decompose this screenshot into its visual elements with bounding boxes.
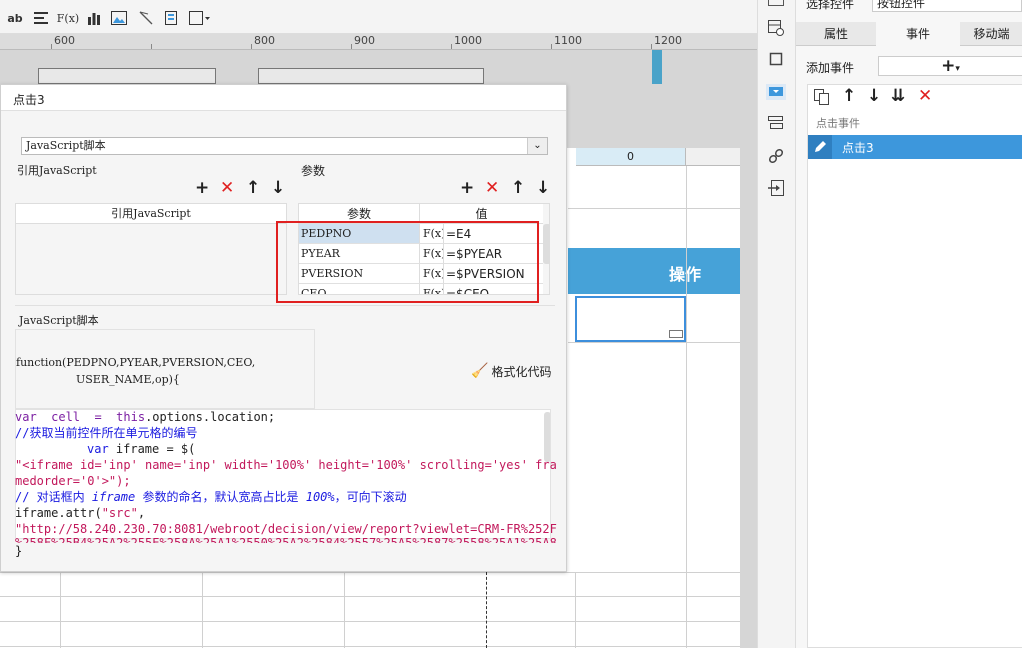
move-down-param-icon[interactable]: ↓ bbox=[536, 179, 550, 197]
event-type-value: JavaScript脚本 bbox=[26, 139, 106, 152]
event-dialog: 点击3 JavaScript脚本 ⌄ 引用JavaScript 参数 + ✕ ↑… bbox=[0, 84, 567, 572]
move-down-icon[interactable]: ↓ bbox=[867, 87, 881, 105]
params-scrollbar[interactable] bbox=[543, 224, 549, 264]
text-tool-button[interactable]: ab bbox=[6, 8, 24, 28]
highlight-box bbox=[276, 221, 539, 303]
add-event-plus: + bbox=[941, 56, 956, 76]
slash-tool-icon[interactable] bbox=[137, 8, 155, 28]
dialog-title: 点击3 bbox=[13, 93, 45, 107]
separator bbox=[15, 305, 555, 306]
add-event-button[interactable]: +▾ bbox=[878, 56, 1022, 76]
ruler-mark: 800 bbox=[254, 34, 275, 47]
horizontal-ruler: 600 800 900 1000 1100 1200 bbox=[0, 34, 757, 50]
code-line: var cell = this.options.location; bbox=[15, 410, 276, 424]
code-line: medorder='0'>"); bbox=[15, 474, 131, 488]
delete-ref-icon[interactable]: ✕ bbox=[220, 179, 234, 197]
code-line: "<iframe id='inp' name='inp' width='100%… bbox=[15, 458, 557, 472]
chart-icon[interactable] bbox=[85, 8, 103, 28]
border-dropdown-icon[interactable] bbox=[188, 8, 212, 28]
move-up-icon[interactable]: ↑ bbox=[842, 87, 856, 105]
code-scrollbar[interactable] bbox=[544, 412, 550, 462]
params-title: 参数 bbox=[301, 164, 326, 178]
event-type-select[interactable]: JavaScript脚本 ⌄ bbox=[21, 137, 548, 155]
widget-settings-icon[interactable] bbox=[766, 84, 786, 100]
operation-header-text: 操作 bbox=[669, 265, 702, 284]
tab-properties-label: 属性 bbox=[823, 27, 848, 41]
ruler-mark: 1000 bbox=[454, 34, 482, 47]
chevron-down-icon[interactable]: ⌄ bbox=[527, 138, 547, 154]
code-line: } bbox=[15, 544, 23, 558]
event-item[interactable]: 点击3 bbox=[808, 135, 1022, 159]
panel-tabs: 属性 事件 移动端 bbox=[796, 22, 1022, 47]
ref-js-column-header: 引用JavaScript bbox=[16, 204, 286, 224]
code-line: %258F%25B4%25A2%255E%258A%25A1%2550%25A2… bbox=[15, 536, 557, 543]
top-toolbar: ab F(x) bbox=[0, 0, 757, 34]
add-ref-icon[interactable]: + bbox=[195, 179, 209, 197]
add-event-label: 添加事件 bbox=[806, 61, 855, 75]
background-widget bbox=[38, 68, 216, 84]
delete-icon[interactable]: ✕ bbox=[918, 87, 932, 105]
ruler-mark: 1200 bbox=[654, 34, 682, 47]
format-code-button[interactable]: 🧹 格式化代码 bbox=[471, 361, 551, 381]
broom-icon: 🧹 bbox=[471, 363, 489, 379]
page-break-line bbox=[486, 572, 487, 648]
code-line: //获取当前控件所在单元格的编号 bbox=[15, 426, 198, 440]
panel-icon[interactable] bbox=[768, 0, 784, 6]
event-item-label: 点击3 bbox=[842, 141, 874, 155]
widget-icon[interactable] bbox=[162, 8, 180, 28]
widget-settings-panel: 选择控件 按钮控件 属性 事件 移动端 添加事件 +▾ ↑ ↓ ⇊ ✕ 点击事件… bbox=[795, 0, 1022, 648]
hyperlink-icon[interactable] bbox=[768, 148, 784, 167]
ruler-mark: 1100 bbox=[554, 34, 582, 47]
ruler-mark: 900 bbox=[354, 34, 375, 47]
script-title: JavaScript脚本 bbox=[19, 314, 99, 327]
move-up-ref-icon[interactable]: ↑ bbox=[246, 179, 260, 197]
select-control-label: 选择控件 bbox=[806, 0, 855, 11]
ruler-mark: 600 bbox=[54, 34, 75, 47]
ref-js-table[interactable]: 引用JavaScript bbox=[15, 203, 287, 295]
move-bottom-icon[interactable]: ⇊ bbox=[891, 87, 905, 105]
move-down-ref-icon[interactable]: ↓ bbox=[271, 179, 285, 197]
function-signature: function(PEDPNO,PYEAR,PVERSION,CEO, USER… bbox=[15, 329, 315, 409]
button-widget-icon[interactable] bbox=[669, 330, 683, 338]
formula-button[interactable]: F(x) bbox=[57, 8, 79, 28]
event-list-panel: ↑ ↓ ⇊ ✕ 点击事件 点击3 bbox=[807, 84, 1022, 648]
tab-mobile-label: 移动端 bbox=[973, 27, 1010, 41]
column-header-next[interactable] bbox=[686, 148, 740, 166]
tab-events-label: 事件 bbox=[905, 27, 930, 41]
column-header[interactable]: 0 bbox=[576, 148, 686, 166]
tab-properties[interactable]: 属性 bbox=[796, 22, 876, 46]
add-event-dropdown-icon[interactable]: ▾ bbox=[955, 64, 960, 74]
move-up-param-icon[interactable]: ↑ bbox=[511, 179, 525, 197]
align-icon[interactable] bbox=[32, 8, 50, 28]
frame-icon[interactable] bbox=[769, 52, 783, 69]
code-line: var iframe = $( bbox=[87, 442, 196, 456]
copy-icon[interactable] bbox=[814, 89, 830, 108]
add-param-icon[interactable]: + bbox=[460, 179, 474, 197]
cell-attr-icon[interactable] bbox=[768, 20, 784, 39]
background-widget bbox=[258, 68, 484, 84]
function-signature-line2: USER_NAME,op){ bbox=[76, 373, 180, 386]
function-signature-line1: function(PEDPNO,PYEAR,PVERSION,CEO, bbox=[16, 356, 256, 369]
selected-cell[interactable] bbox=[575, 296, 686, 342]
tab-events[interactable]: 事件 bbox=[876, 22, 960, 47]
right-icon-strip bbox=[757, 0, 795, 648]
edit-icon[interactable] bbox=[808, 135, 832, 159]
operation-header-cell[interactable]: 操作 bbox=[568, 248, 740, 294]
condition-icon[interactable] bbox=[768, 116, 784, 133]
control-type-select[interactable]: 按钮控件 bbox=[872, 0, 1022, 12]
ruler-handle[interactable] bbox=[652, 50, 662, 84]
code-line: // 对话框内 iframe 参数的命名，默认宽高占比是 100%，可向下滚动 bbox=[15, 490, 407, 504]
tab-mobile[interactable]: 移动端 bbox=[960, 22, 1022, 46]
ref-js-title: 引用JavaScript bbox=[17, 164, 97, 177]
delete-param-icon[interactable]: ✕ bbox=[485, 179, 499, 197]
format-code-label: 格式化代码 bbox=[491, 364, 552, 379]
code-line: iframe.attr("src", bbox=[15, 506, 146, 520]
image-icon[interactable] bbox=[110, 8, 128, 28]
data-import-icon[interactable] bbox=[768, 180, 784, 199]
control-type-value: 按钮控件 bbox=[877, 0, 926, 10]
dialog-titlebar[interactable]: 点击3 bbox=[1, 85, 566, 111]
event-section-title: 点击事件 bbox=[816, 117, 860, 130]
